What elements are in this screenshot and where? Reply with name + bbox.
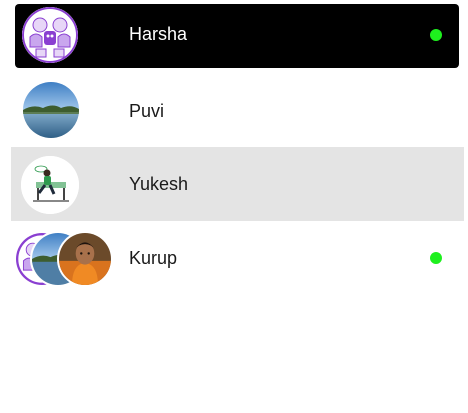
lake-landscape-avatar-icon: [23, 82, 79, 138]
portrait-photo-avatar-icon: [59, 233, 111, 285]
avatar: [22, 7, 78, 63]
avatar: [23, 82, 79, 138]
chat-item-puvi[interactable]: Puvi: [0, 74, 468, 148]
chat-list: Harsha Puvi Yukesh Kurup: [0, 0, 468, 413]
selected-highlight: [15, 4, 459, 68]
illustration-person-on-bench-avatar-icon: [21, 156, 79, 214]
avatar: [21, 156, 79, 214]
online-indicator-icon: [430, 29, 442, 41]
chat-item-yukesh[interactable]: Yukesh: [0, 147, 468, 221]
online-indicator-icon: [430, 252, 442, 264]
chat-item-kurup[interactable]: Kurup: [0, 221, 468, 295]
chat-name: Yukesh: [129, 174, 189, 194]
avatar: [57, 231, 113, 287]
chat-item-harsha[interactable]: Harsha: [0, 0, 468, 74]
chat-name: Harsha: [129, 24, 188, 44]
chat-name: Kurup: [129, 248, 178, 268]
chat-name: Puvi: [129, 101, 165, 121]
cartoon-faces-avatar-icon: [22, 7, 78, 63]
